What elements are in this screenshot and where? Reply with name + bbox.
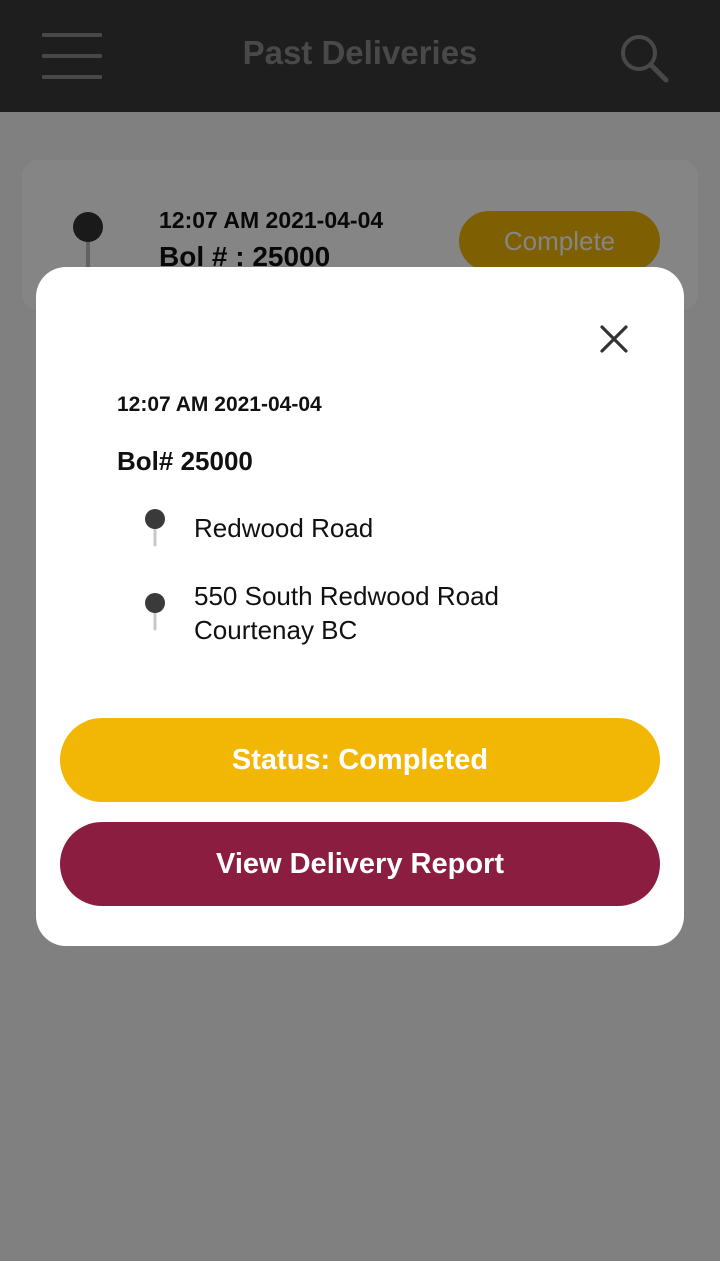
close-icon[interactable]	[596, 321, 632, 357]
dialog-bol-number: Bol# 25000	[117, 446, 253, 476]
dialog-delivery-time: 12:07 AM 2021-04-04	[117, 393, 322, 416]
map-pin-icon	[142, 591, 168, 631]
delivery-detail-dialog: 12:07 AM 2021-04-04 Bol# 25000 Redwood R…	[36, 267, 684, 946]
pickup-address: Redwood Road	[194, 513, 374, 543]
map-pin-icon	[142, 507, 168, 547]
dropoff-address: 550 South Redwood Road Courtenay BC	[194, 581, 500, 645]
status-button[interactable]: Status: Completed	[60, 718, 660, 802]
view-delivery-report-button[interactable]: View Delivery Report	[60, 822, 660, 906]
